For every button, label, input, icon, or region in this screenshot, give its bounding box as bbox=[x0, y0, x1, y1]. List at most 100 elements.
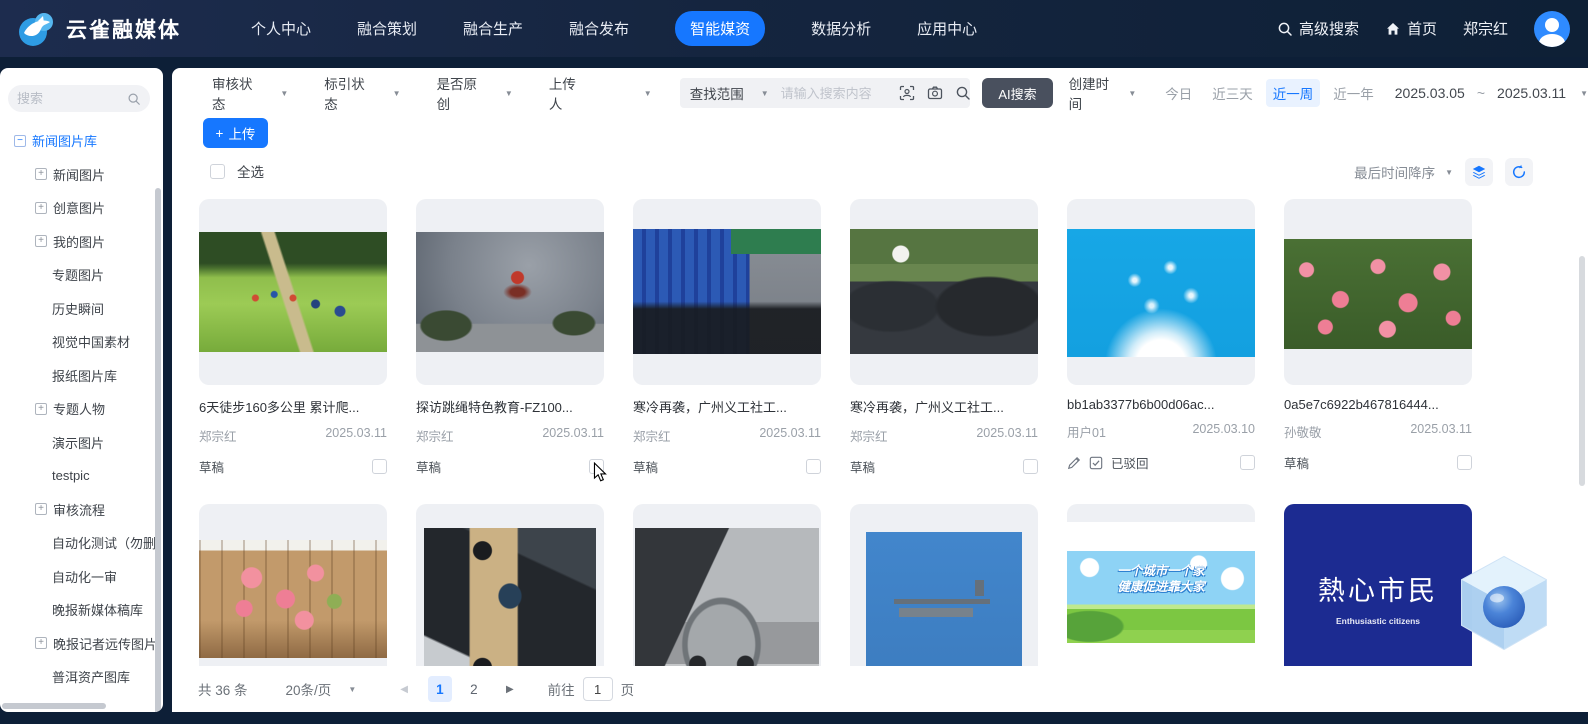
card-checkbox[interactable] bbox=[372, 459, 387, 474]
date-to[interactable]: 2025.03.11 bbox=[1497, 85, 1566, 101]
layout-layers-button[interactable] bbox=[1465, 158, 1493, 186]
next-page-button[interactable]: ▶ bbox=[496, 684, 524, 695]
nav-item-planning[interactable]: 融合策划 bbox=[357, 18, 417, 39]
refresh-button[interactable] bbox=[1505, 158, 1533, 186]
prev-page-button[interactable]: ◀ bbox=[390, 684, 418, 695]
tree-item-reporter-remote-images[interactable]: +晚报记者远传图片 bbox=[0, 627, 155, 661]
tree-item-demo-images[interactable]: 演示图片 bbox=[0, 426, 155, 460]
floating-cube-widget[interactable] bbox=[1456, 551, 1552, 655]
created-time-dropdown[interactable]: 创建时间▼ bbox=[1069, 73, 1137, 113]
card-checkbox[interactable] bbox=[1240, 455, 1255, 470]
quick-range-3days[interactable]: 近三天 bbox=[1205, 79, 1260, 107]
card-thumbnail[interactable] bbox=[633, 504, 821, 666]
expand-icon[interactable]: + bbox=[35, 403, 47, 415]
tree-item-history-moments[interactable]: 历史瞬间 bbox=[0, 292, 155, 326]
tree-item-auto-review[interactable]: 自动化一审 bbox=[0, 560, 155, 594]
brand[interactable]: 云雀融媒体 bbox=[16, 9, 181, 49]
card-title[interactable]: 寒冷再袭，广州义工社工... bbox=[633, 397, 821, 416]
card-thumbnail[interactable] bbox=[416, 199, 604, 385]
page-number-1[interactable]: 1 bbox=[428, 676, 452, 702]
tree-item-topic-images[interactable]: 专题图片 bbox=[0, 258, 155, 292]
card-title[interactable]: 0a5e7c6922b467816444... bbox=[1284, 397, 1472, 412]
sidebar-search-input[interactable] bbox=[17, 91, 127, 106]
expand-icon[interactable]: + bbox=[35, 637, 47, 649]
page-number-2[interactable]: 2 bbox=[462, 676, 486, 702]
card-checkbox[interactable] bbox=[806, 459, 821, 474]
tree-item-testpic[interactable]: testpic bbox=[0, 459, 155, 493]
tree-item-my-images[interactable]: +我的图片 bbox=[0, 225, 155, 259]
nav-item-apps[interactable]: 应用中心 bbox=[917, 18, 977, 39]
card-title[interactable]: 探访跳绳特色教育-FZ100... bbox=[416, 397, 604, 416]
card-checkbox[interactable] bbox=[1023, 459, 1038, 474]
sidebar-vertical-scrollbar[interactable] bbox=[155, 188, 161, 712]
card-title[interactable]: 6天徒步160多公里 累计爬... bbox=[199, 397, 387, 416]
tree-item-vcg-material[interactable]: 视觉中国素材 bbox=[0, 325, 155, 359]
uploader-dropdown[interactable]: 上传人▼ bbox=[549, 73, 652, 113]
card-thumbnail[interactable]: 熱心市民 Enthusiastic citizens bbox=[1284, 504, 1472, 666]
quick-range-week-active[interactable]: 近一周 bbox=[1266, 79, 1321, 107]
nav-item-production[interactable]: 融合生产 bbox=[463, 18, 523, 39]
quick-range-group: 今日 近三天 近一周 近一年 bbox=[1158, 79, 1381, 107]
face-search-icon[interactable] bbox=[899, 85, 915, 101]
page-size-dropdown[interactable]: 20条/页▼ bbox=[286, 679, 357, 699]
card-title[interactable]: 寒冷再袭，广州义工社工... bbox=[850, 397, 1038, 416]
search-scope-dropdown[interactable]: 查找范围▼ bbox=[690, 83, 769, 103]
main-vertical-scrollbar[interactable] bbox=[1579, 256, 1585, 486]
date-from[interactable]: 2025.03.05 bbox=[1395, 85, 1465, 101]
card-checkbox[interactable] bbox=[589, 459, 604, 474]
card-thumbnail[interactable] bbox=[1284, 199, 1472, 385]
tree-item-creative-images[interactable]: +创意图片 bbox=[0, 191, 155, 225]
expand-icon[interactable]: + bbox=[35, 235, 47, 247]
quick-range-today[interactable]: 今日 bbox=[1158, 79, 1199, 107]
index-status-dropdown[interactable]: 标引状态▼ bbox=[324, 73, 400, 113]
sort-dropdown[interactable]: 最后时间降序▼ bbox=[1354, 162, 1453, 182]
nav-item-smart-media-active[interactable]: 智能媒资 bbox=[675, 11, 765, 46]
card-checkbox[interactable] bbox=[1457, 455, 1472, 470]
user-avatar[interactable] bbox=[1534, 11, 1570, 47]
date-range-picker[interactable]: 2025.03.05 ~ 2025.03.11 ▼ bbox=[1395, 85, 1588, 101]
home-icon bbox=[1385, 21, 1401, 37]
tree-item-news-image-library[interactable]: −新闻图片库 bbox=[0, 124, 155, 158]
search-icon[interactable] bbox=[127, 92, 141, 106]
card-thumbnail[interactable] bbox=[633, 199, 821, 385]
original-dropdown[interactable]: 是否原创▼ bbox=[437, 73, 513, 113]
expand-icon[interactable]: + bbox=[35, 168, 47, 180]
collapse-icon[interactable]: − bbox=[14, 135, 26, 147]
card-thumbnail[interactable] bbox=[416, 504, 604, 666]
advanced-search-link[interactable]: 高级搜索 bbox=[1277, 18, 1359, 39]
review-status-dropdown[interactable]: 审核状态▼ bbox=[212, 73, 288, 113]
expand-icon[interactable]: + bbox=[35, 202, 47, 214]
search-icon[interactable] bbox=[955, 85, 971, 101]
select-all-checkbox[interactable] bbox=[210, 164, 225, 179]
card-thumbnail[interactable] bbox=[199, 199, 387, 385]
nav-item-analytics[interactable]: 数据分析 bbox=[811, 18, 871, 39]
check-square-icon[interactable] bbox=[1089, 456, 1103, 470]
goto-page-input[interactable] bbox=[583, 677, 613, 701]
nav-item-personal[interactable]: 个人中心 bbox=[251, 18, 311, 39]
edit-pencil-icon[interactable] bbox=[1067, 456, 1081, 470]
upload-button[interactable]: + 上传 bbox=[203, 118, 268, 148]
keyword-search-input[interactable] bbox=[781, 86, 899, 101]
card-thumbnail[interactable] bbox=[850, 504, 1038, 666]
expand-icon[interactable]: + bbox=[35, 503, 47, 515]
tree-item-newspaper-library[interactable]: 报纸图片库 bbox=[0, 359, 155, 393]
tree-item-evening-news-library[interactable]: 晚报新媒体稿库 bbox=[0, 593, 155, 627]
ai-search-button[interactable]: AI搜索 bbox=[982, 78, 1052, 108]
card-thumbnail[interactable] bbox=[850, 199, 1038, 385]
card-thumbnail[interactable] bbox=[1067, 199, 1255, 385]
camera-search-icon[interactable] bbox=[927, 85, 943, 101]
asset-card: 0a5e7c6922b467816444... 孙敬敬2025.03.11 草稿 bbox=[1284, 199, 1472, 476]
quick-range-year[interactable]: 近一年 bbox=[1326, 79, 1381, 107]
nav-item-publish[interactable]: 融合发布 bbox=[569, 18, 629, 39]
tree-item-puer-asset-library[interactable]: 普洱资产图库 bbox=[0, 660, 155, 694]
card-thumbnail[interactable] bbox=[199, 504, 387, 666]
tree-item-news-images[interactable]: +新闻图片 bbox=[0, 158, 155, 192]
home-link[interactable]: 首页 bbox=[1385, 18, 1437, 39]
tree-item-review-flow[interactable]: +审核流程 bbox=[0, 493, 155, 527]
username[interactable]: 郑宗红 bbox=[1463, 18, 1508, 39]
tree-item-topic-people[interactable]: +专题人物 bbox=[0, 392, 155, 426]
card-thumbnail[interactable]: 一个城市一个家 健康促进靠大家 bbox=[1067, 504, 1255, 666]
card-title[interactable]: bb1ab3377b6b00d06ac... bbox=[1067, 397, 1255, 412]
tree-item-auto-test[interactable]: 自动化测试（勿删 bbox=[0, 526, 155, 560]
sidebar-horizontal-scrollbar[interactable] bbox=[2, 703, 106, 709]
